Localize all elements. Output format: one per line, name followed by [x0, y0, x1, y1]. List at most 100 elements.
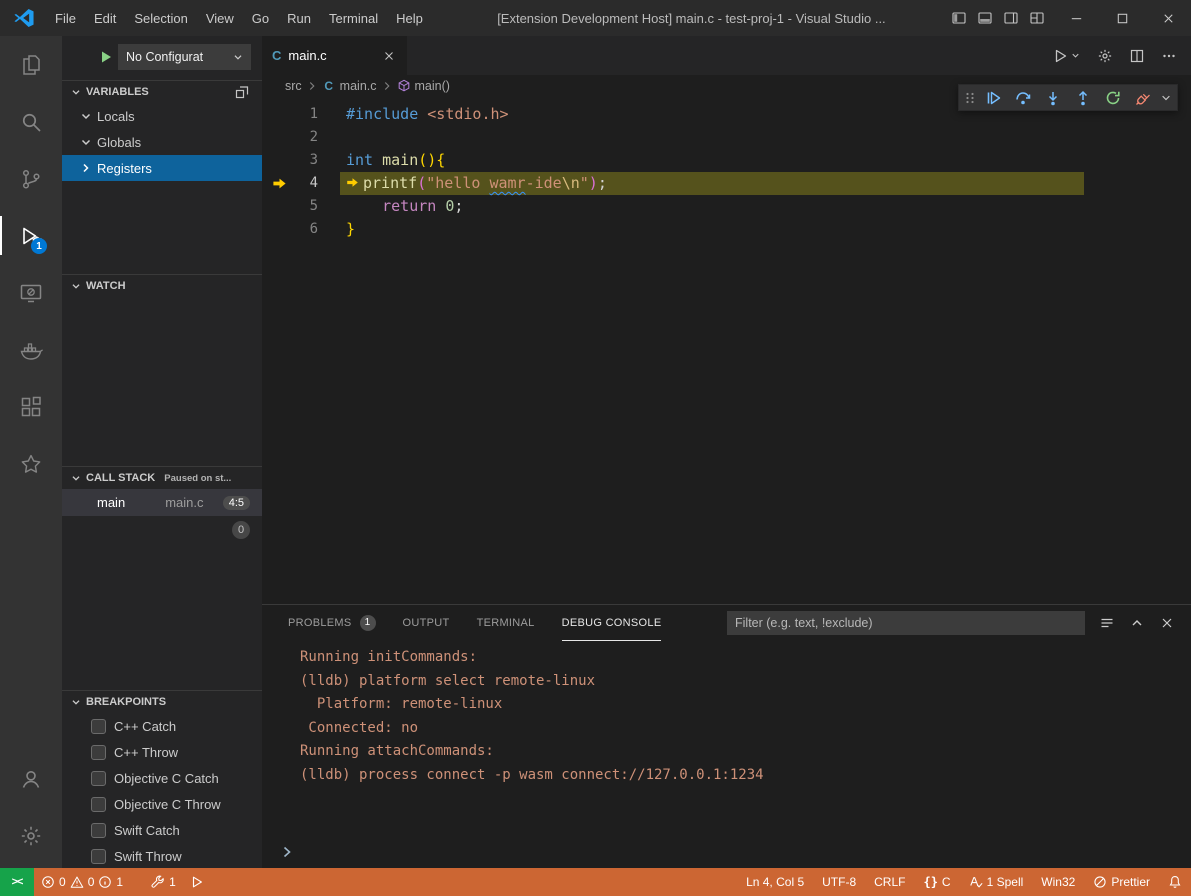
- problems-status[interactable]: 0 0 1: [34, 868, 130, 896]
- step-over-button[interactable]: [1008, 85, 1038, 110]
- collapse-all-icon[interactable]: [234, 84, 250, 100]
- console-prompt-icon[interactable]: [279, 844, 295, 860]
- variables-header[interactable]: VARIABLES: [62, 81, 262, 103]
- activitybar-explorer[interactable]: [0, 36, 62, 93]
- menu-selection[interactable]: Selection: [125, 5, 196, 31]
- toolchain-status[interactable]: 1: [144, 868, 183, 896]
- breadcrumb-main-c[interactable]: Cmain.c: [322, 79, 377, 93]
- drag-grip-icon[interactable]: [962, 90, 978, 106]
- split-editor-icon[interactable]: [1129, 48, 1145, 64]
- status-prettier[interactable]: Prettier: [1084, 868, 1159, 896]
- maximize-panel-icon[interactable]: [1129, 615, 1145, 631]
- menu-edit[interactable]: Edit: [85, 5, 125, 31]
- close-button[interactable]: [1145, 0, 1191, 36]
- panel-tab-output[interactable]: OUTPUT: [403, 605, 450, 641]
- checkbox[interactable]: [91, 849, 106, 864]
- breakpoint-c-throw[interactable]: C++ Throw: [62, 739, 262, 765]
- code-line-2[interactable]: 2: [262, 126, 1191, 149]
- minimize-button[interactable]: [1053, 0, 1099, 36]
- restart-button[interactable]: [1098, 85, 1128, 110]
- status-ln-4-col-5[interactable]: Ln 4, Col 5: [737, 868, 813, 896]
- gear-icon[interactable]: [1097, 48, 1113, 64]
- console-filter-input[interactable]: [727, 611, 1085, 635]
- breakpoint-gutter[interactable]: [262, 103, 292, 126]
- code-line-5[interactable]: 5 return 0;: [262, 195, 1191, 218]
- breakpoint-swift-throw[interactable]: Swift Throw: [62, 843, 262, 868]
- step-out-button[interactable]: [1068, 85, 1098, 110]
- breadcrumb-src[interactable]: src: [285, 79, 302, 93]
- code-line-6[interactable]: 6}: [262, 218, 1191, 241]
- menu-file[interactable]: File: [46, 5, 85, 31]
- code-line-3[interactable]: 3int main(){: [262, 149, 1191, 172]
- debug-status[interactable]: [183, 868, 211, 896]
- disconnect-button[interactable]: [1128, 85, 1158, 110]
- menu-view[interactable]: View: [197, 5, 243, 31]
- notifications-bell[interactable]: [1159, 868, 1191, 896]
- menu-run[interactable]: Run: [278, 5, 320, 31]
- panel-tab-problems[interactable]: PROBLEMS1: [288, 605, 376, 641]
- maximize-button[interactable]: [1099, 0, 1145, 36]
- checkbox[interactable]: [91, 745, 106, 760]
- breakpoint-gutter[interactable]: [262, 195, 292, 218]
- checkbox[interactable]: [91, 719, 106, 734]
- continue-button[interactable]: [978, 85, 1008, 110]
- breadcrumb-main[interactable]: main(): [397, 79, 450, 93]
- more-actions-icon[interactable]: [1161, 48, 1177, 64]
- breakpoint-objective-c-throw[interactable]: Objective C Throw: [62, 791, 262, 817]
- activitybar-settings[interactable]: [0, 807, 62, 864]
- menu-help[interactable]: Help: [387, 5, 432, 31]
- status-1-spell[interactable]: 1 Spell: [960, 868, 1033, 896]
- code-line-4[interactable]: 4printf("hello wamr-ide\n");: [262, 172, 1191, 195]
- activitybar-extensions[interactable]: [0, 378, 62, 435]
- step-into-button[interactable]: [1038, 85, 1068, 110]
- watch-header[interactable]: WATCH: [62, 275, 262, 297]
- toggle-secondary-sidebar-icon[interactable]: [1003, 10, 1019, 26]
- breakpoint-gutter[interactable]: [262, 149, 292, 172]
- tab-close-icon[interactable]: [381, 48, 397, 64]
- stack-frame-main[interactable]: main main.c 4:5: [62, 489, 262, 516]
- breakpoint-c-catch[interactable]: C++ Catch: [62, 713, 262, 739]
- breakpoint-label: Swift Throw: [114, 849, 182, 864]
- current-line-arrow-icon[interactable]: [262, 172, 292, 195]
- activitybar-remote-explorer[interactable]: [0, 264, 62, 321]
- launch-config-dropdown[interactable]: No Configurat: [118, 44, 251, 70]
- toggle-panel-icon[interactable]: [977, 10, 993, 26]
- activitybar-source-control[interactable]: [0, 150, 62, 207]
- breakpoint-gutter[interactable]: [262, 126, 292, 149]
- activitybar-account[interactable]: [0, 750, 62, 807]
- close-panel-icon[interactable]: [1159, 615, 1175, 631]
- breakpoint-objective-c-catch[interactable]: Objective C Catch: [62, 765, 262, 791]
- start-debug-icon[interactable]: [98, 49, 114, 65]
- run-or-debug-button[interactable]: [1053, 48, 1081, 64]
- customize-layout-icon[interactable]: [1029, 10, 1045, 26]
- checkbox[interactable]: [91, 797, 106, 812]
- tab-main-c[interactable]: C main.c: [262, 36, 407, 75]
- status-utf-8[interactable]: UTF-8: [813, 868, 865, 896]
- checkbox[interactable]: [91, 823, 106, 838]
- panel-tab-terminal[interactable]: TERMINAL: [477, 605, 535, 641]
- variables-item-registers[interactable]: Registers: [62, 155, 262, 181]
- menu-terminal[interactable]: Terminal: [320, 5, 387, 31]
- breakpoint-swift-catch[interactable]: Swift Catch: [62, 817, 262, 843]
- call-stack-header[interactable]: CALL STACK Paused on st...: [62, 467, 262, 489]
- checkbox[interactable]: [91, 771, 106, 786]
- toggle-sidebar-icon[interactable]: [951, 10, 967, 26]
- breakpoint-gutter[interactable]: [262, 218, 292, 241]
- activitybar-run-debug[interactable]: 1: [0, 207, 62, 264]
- activitybar-docker[interactable]: [0, 321, 62, 378]
- debug-session-chevron-icon[interactable]: [1160, 92, 1172, 104]
- remote-indicator[interactable]: ><: [0, 868, 34, 896]
- variables-item-globals[interactable]: Globals: [62, 129, 262, 155]
- variables-item-locals[interactable]: Locals: [62, 103, 262, 129]
- output-options-icon[interactable]: [1099, 615, 1115, 631]
- status-crlf[interactable]: CRLF: [865, 868, 914, 896]
- panel-tab-label: DEBUG CONSOLE: [562, 617, 662, 629]
- activitybar-search[interactable]: [0, 93, 62, 150]
- status-c[interactable]: {}C: [914, 868, 959, 896]
- menu-go[interactable]: Go: [243, 5, 278, 31]
- activitybar-star[interactable]: [0, 435, 62, 492]
- panel-tab-debug-console[interactable]: DEBUG CONSOLE: [562, 605, 662, 641]
- status-win32[interactable]: Win32: [1032, 868, 1084, 896]
- code-editor[interactable]: 1#include <stdio.h>23int main(){4printf(…: [262, 97, 1191, 241]
- breakpoints-header[interactable]: BREAKPOINTS: [62, 691, 262, 713]
